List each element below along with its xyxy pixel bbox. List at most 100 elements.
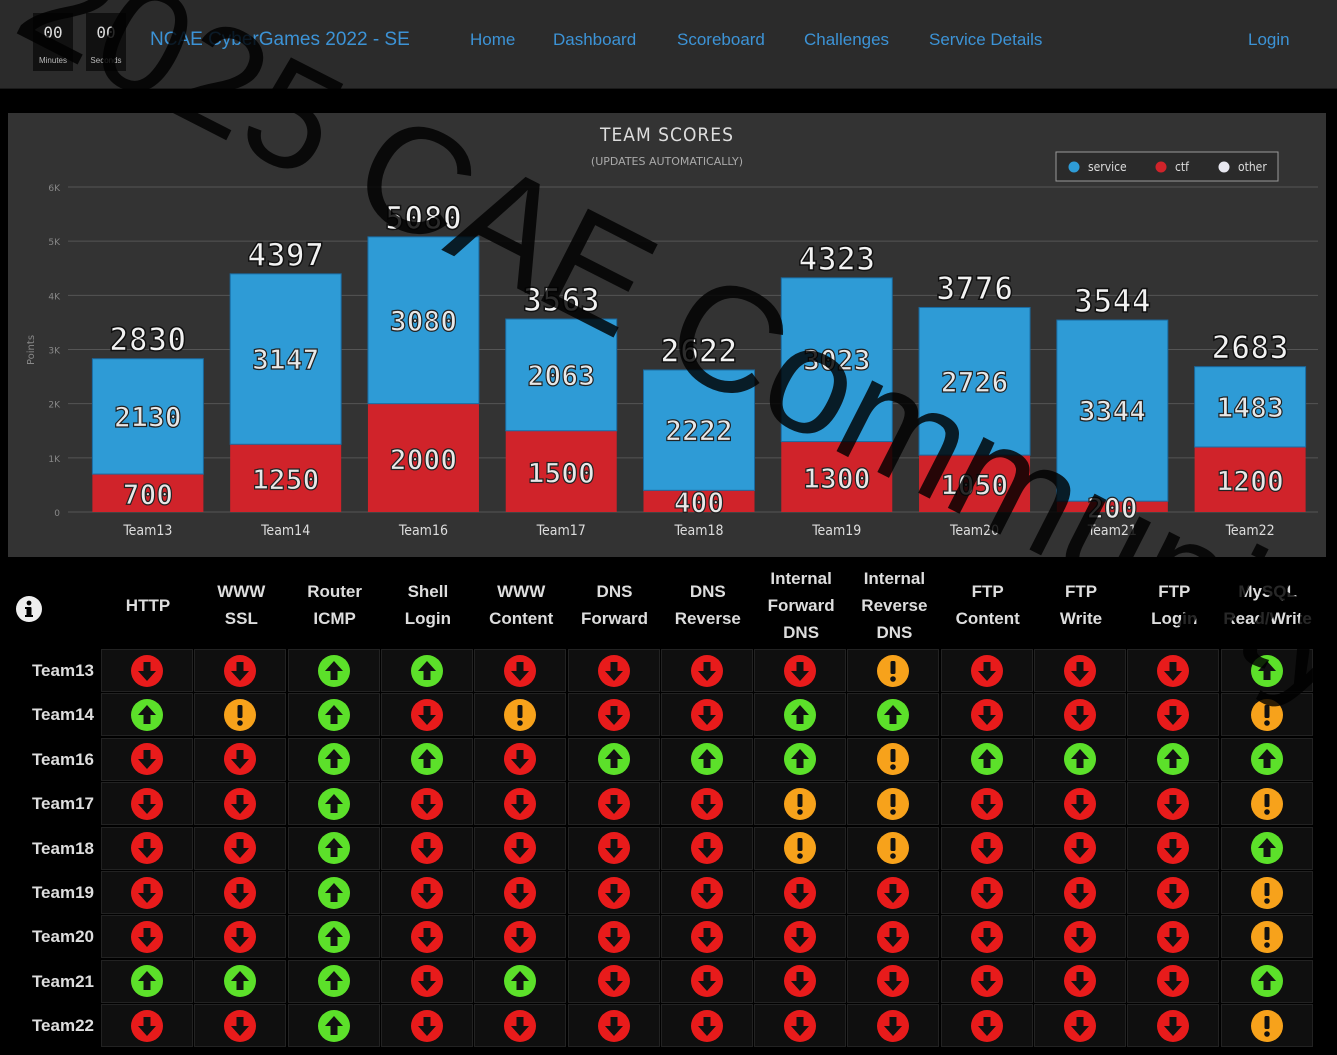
status-cell[interactable] bbox=[474, 782, 567, 826]
status-cell[interactable] bbox=[660, 649, 753, 692]
status-cell[interactable] bbox=[1034, 915, 1126, 959]
status-cell[interactable] bbox=[754, 915, 847, 959]
status-cell[interactable] bbox=[474, 871, 567, 914]
nav-scoreboard[interactable]: Scoreboard bbox=[677, 30, 765, 50]
status-cell[interactable] bbox=[847, 826, 940, 870]
status-cell[interactable] bbox=[287, 737, 380, 781]
status-cell[interactable] bbox=[1127, 959, 1220, 1003]
status-cell[interactable] bbox=[847, 693, 940, 737]
status-cell[interactable] bbox=[940, 693, 1033, 737]
nav-home[interactable]: Home bbox=[470, 30, 515, 50]
status-cell[interactable] bbox=[1127, 693, 1220, 737]
status-cell[interactable] bbox=[1127, 871, 1220, 914]
status-cell[interactable] bbox=[940, 1004, 1033, 1048]
status-cell[interactable] bbox=[660, 782, 753, 826]
status-cell[interactable] bbox=[380, 959, 473, 1003]
status-cell[interactable] bbox=[380, 649, 473, 692]
status-cell[interactable] bbox=[1127, 649, 1220, 692]
status-cell[interactable] bbox=[287, 1004, 380, 1048]
status-cell[interactable] bbox=[474, 1004, 567, 1048]
nav-service-details[interactable]: Service Details bbox=[929, 30, 1042, 50]
info-icon[interactable] bbox=[15, 595, 43, 623]
status-cell[interactable] bbox=[380, 826, 473, 870]
status-cell[interactable] bbox=[660, 915, 753, 959]
status-cell[interactable] bbox=[567, 737, 660, 781]
nav-dashboard[interactable]: Dashboard bbox=[553, 30, 636, 50]
status-cell[interactable] bbox=[101, 649, 193, 692]
status-cell[interactable] bbox=[660, 737, 753, 781]
status-cell[interactable] bbox=[101, 915, 193, 959]
status-cell[interactable] bbox=[567, 826, 660, 870]
status-cell[interactable] bbox=[1127, 1004, 1220, 1048]
status-cell[interactable] bbox=[940, 737, 1033, 781]
status-cell[interactable] bbox=[194, 959, 287, 1003]
status-cell[interactable] bbox=[287, 915, 380, 959]
status-cell[interactable] bbox=[567, 871, 660, 914]
status-cell[interactable] bbox=[1034, 737, 1126, 781]
status-cell[interactable] bbox=[101, 693, 193, 737]
status-cell[interactable] bbox=[660, 693, 753, 737]
status-cell[interactable] bbox=[194, 826, 287, 870]
status-cell[interactable] bbox=[940, 871, 1033, 914]
status-cell[interactable] bbox=[1127, 782, 1220, 826]
status-cell[interactable] bbox=[847, 649, 940, 692]
status-cell[interactable] bbox=[1127, 737, 1220, 781]
status-cell[interactable] bbox=[847, 959, 940, 1003]
status-cell[interactable] bbox=[1220, 915, 1313, 959]
status-cell[interactable] bbox=[940, 649, 1033, 692]
status-cell[interactable] bbox=[194, 871, 287, 914]
status-cell[interactable] bbox=[474, 826, 567, 870]
nav-challenges[interactable]: Challenges bbox=[804, 30, 889, 50]
status-cell[interactable] bbox=[194, 915, 287, 959]
status-cell[interactable] bbox=[474, 693, 567, 737]
nav-login[interactable]: Login bbox=[1248, 30, 1290, 50]
status-cell[interactable] bbox=[194, 693, 287, 737]
status-cell[interactable] bbox=[287, 959, 380, 1003]
status-cell[interactable] bbox=[660, 959, 753, 1003]
status-cell[interactable] bbox=[1034, 693, 1126, 737]
status-cell[interactable] bbox=[1034, 1004, 1126, 1048]
status-cell[interactable] bbox=[754, 782, 847, 826]
status-cell[interactable] bbox=[1220, 782, 1313, 826]
status-cell[interactable] bbox=[940, 782, 1033, 826]
status-cell[interactable] bbox=[380, 915, 473, 959]
status-cell[interactable] bbox=[287, 826, 380, 870]
status-cell[interactable] bbox=[754, 1004, 847, 1048]
status-cell[interactable] bbox=[940, 959, 1033, 1003]
status-cell[interactable] bbox=[754, 693, 847, 737]
status-cell[interactable] bbox=[380, 1004, 473, 1048]
status-cell[interactable] bbox=[101, 871, 193, 914]
status-cell[interactable] bbox=[754, 959, 847, 1003]
status-cell[interactable] bbox=[567, 693, 660, 737]
status-cell[interactable] bbox=[194, 1004, 287, 1048]
brand-link[interactable]: NCAE CyberGames 2022 - SE bbox=[150, 29, 410, 51]
status-cell[interactable] bbox=[1220, 1004, 1313, 1048]
status-cell[interactable] bbox=[847, 1004, 940, 1048]
status-cell[interactable] bbox=[101, 1004, 193, 1048]
status-cell[interactable] bbox=[194, 782, 287, 826]
status-cell[interactable] bbox=[1220, 959, 1313, 1003]
status-cell[interactable] bbox=[1220, 826, 1313, 870]
status-cell[interactable] bbox=[1220, 871, 1313, 914]
status-cell[interactable] bbox=[567, 649, 660, 692]
status-cell[interactable] bbox=[1034, 782, 1126, 826]
status-cell[interactable] bbox=[380, 871, 473, 914]
status-cell[interactable] bbox=[940, 915, 1033, 959]
status-cell[interactable] bbox=[1127, 915, 1220, 959]
status-cell[interactable] bbox=[101, 959, 193, 1003]
status-cell[interactable] bbox=[1034, 649, 1126, 692]
status-cell[interactable] bbox=[754, 871, 847, 914]
status-cell[interactable] bbox=[380, 782, 473, 826]
status-cell[interactable] bbox=[1220, 693, 1313, 737]
status-cell[interactable] bbox=[660, 826, 753, 870]
status-cell[interactable] bbox=[380, 693, 473, 737]
status-cell[interactable] bbox=[847, 782, 940, 826]
status-cell[interactable] bbox=[1034, 826, 1126, 870]
status-cell[interactable] bbox=[474, 959, 567, 1003]
status-cell[interactable] bbox=[194, 649, 287, 692]
status-cell[interactable] bbox=[1034, 871, 1126, 914]
status-cell[interactable] bbox=[754, 826, 847, 870]
status-cell[interactable] bbox=[754, 737, 847, 781]
status-cell[interactable] bbox=[660, 871, 753, 914]
status-cell[interactable] bbox=[194, 737, 287, 781]
